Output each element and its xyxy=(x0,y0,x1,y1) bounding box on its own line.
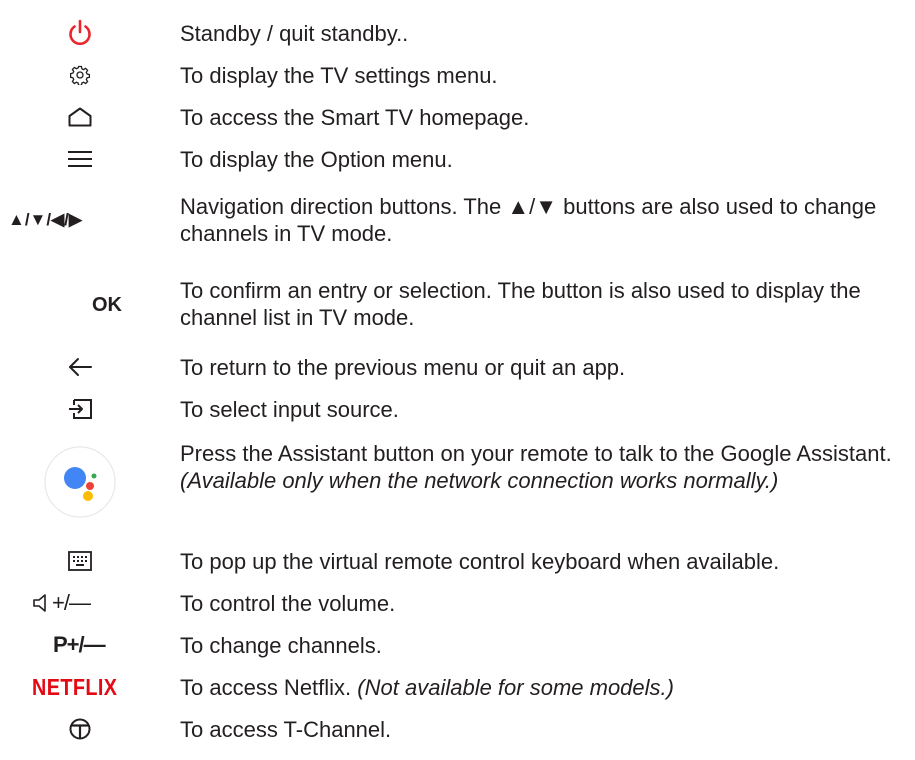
arrows-icon: ▲/▼/◀/▶ xyxy=(0,193,160,249)
row-t-channel: To access T-Channel. xyxy=(0,714,915,744)
row-text: To select input source. xyxy=(180,397,399,422)
row-option-menu: To display the Option menu. xyxy=(0,144,915,174)
row-text: To pop up the virtual remote control key… xyxy=(180,549,780,574)
row-back: To return to the previous menu or quit a… xyxy=(0,352,915,382)
row-volume: +/— To control the volume. xyxy=(0,588,915,618)
row-google-assistant: Press the Assistant button on your remot… xyxy=(0,437,915,527)
arrows-label: ▲/▼/◀/▶ xyxy=(8,210,82,229)
ok-icon: OK xyxy=(0,277,160,333)
channel-icon: P+/— xyxy=(0,630,160,660)
t-channel-icon xyxy=(0,714,160,744)
row-settings: To display the TV settings menu. xyxy=(0,60,915,90)
row-note: (Available only when the network connect… xyxy=(180,468,779,493)
row-ok: OK To confirm an entry or selection. The… xyxy=(0,277,915,333)
row-netflix: NETFLIX To access Netflix. (Not availabl… xyxy=(0,672,915,702)
menu-icon xyxy=(0,144,160,174)
row-text: To access the Smart TV homepage. xyxy=(180,105,530,130)
row-text: To access T-Channel. xyxy=(180,717,392,742)
volume-label: +/— xyxy=(52,590,91,615)
netflix-logo: NETFLIX xyxy=(32,674,118,700)
row-text: To display the Option menu. xyxy=(180,147,453,172)
row-text: To control the volume. xyxy=(180,591,396,616)
input-source-icon xyxy=(0,394,160,424)
ok-label: OK xyxy=(92,294,122,316)
row-text: To change channels. xyxy=(180,633,382,658)
row-input-source: To select input source. xyxy=(0,394,915,424)
row-text: To return to the previous menu or quit a… xyxy=(180,355,626,380)
row-channel: P+/— To change channels. xyxy=(0,630,915,660)
row-text: To access Netflix. xyxy=(180,675,352,700)
netflix-icon: NETFLIX xyxy=(0,672,160,702)
channel-label: P+/— xyxy=(53,632,106,657)
home-icon xyxy=(0,102,160,132)
remote-guide-page: Standby / quit standby.. To display the … xyxy=(0,0,915,760)
row-text: Navigation direction buttons. The ▲/▼ bu… xyxy=(180,194,877,246)
google-assistant-icon xyxy=(0,437,160,527)
row-home: To access the Smart TV homepage. xyxy=(0,102,915,132)
power-icon xyxy=(0,18,160,48)
row-note: (Not available for some models.) xyxy=(357,675,674,700)
row-keyboard: To pop up the virtual remote control key… xyxy=(0,546,915,576)
assistant-desc: Press the Assistant button on your remot… xyxy=(180,440,910,494)
back-arrow-icon xyxy=(0,352,160,382)
row-text: Standby / quit standby.. xyxy=(180,21,409,46)
row-navigation: ▲/▼/◀/▶ Navigation direction buttons. Th… xyxy=(0,193,915,249)
row-standby: Standby / quit standby.. xyxy=(0,18,915,48)
volume-icon: +/— xyxy=(0,588,160,618)
row-text: Press the Assistant button on your remot… xyxy=(180,441,892,466)
keyboard-icon xyxy=(0,546,160,576)
netflix-desc: To access Netflix. (Not available for so… xyxy=(180,674,910,701)
row-text: To display the TV settings menu. xyxy=(180,63,498,88)
gear-icon xyxy=(0,60,160,90)
row-text: To confirm an entry or selection. The bu… xyxy=(180,278,861,330)
